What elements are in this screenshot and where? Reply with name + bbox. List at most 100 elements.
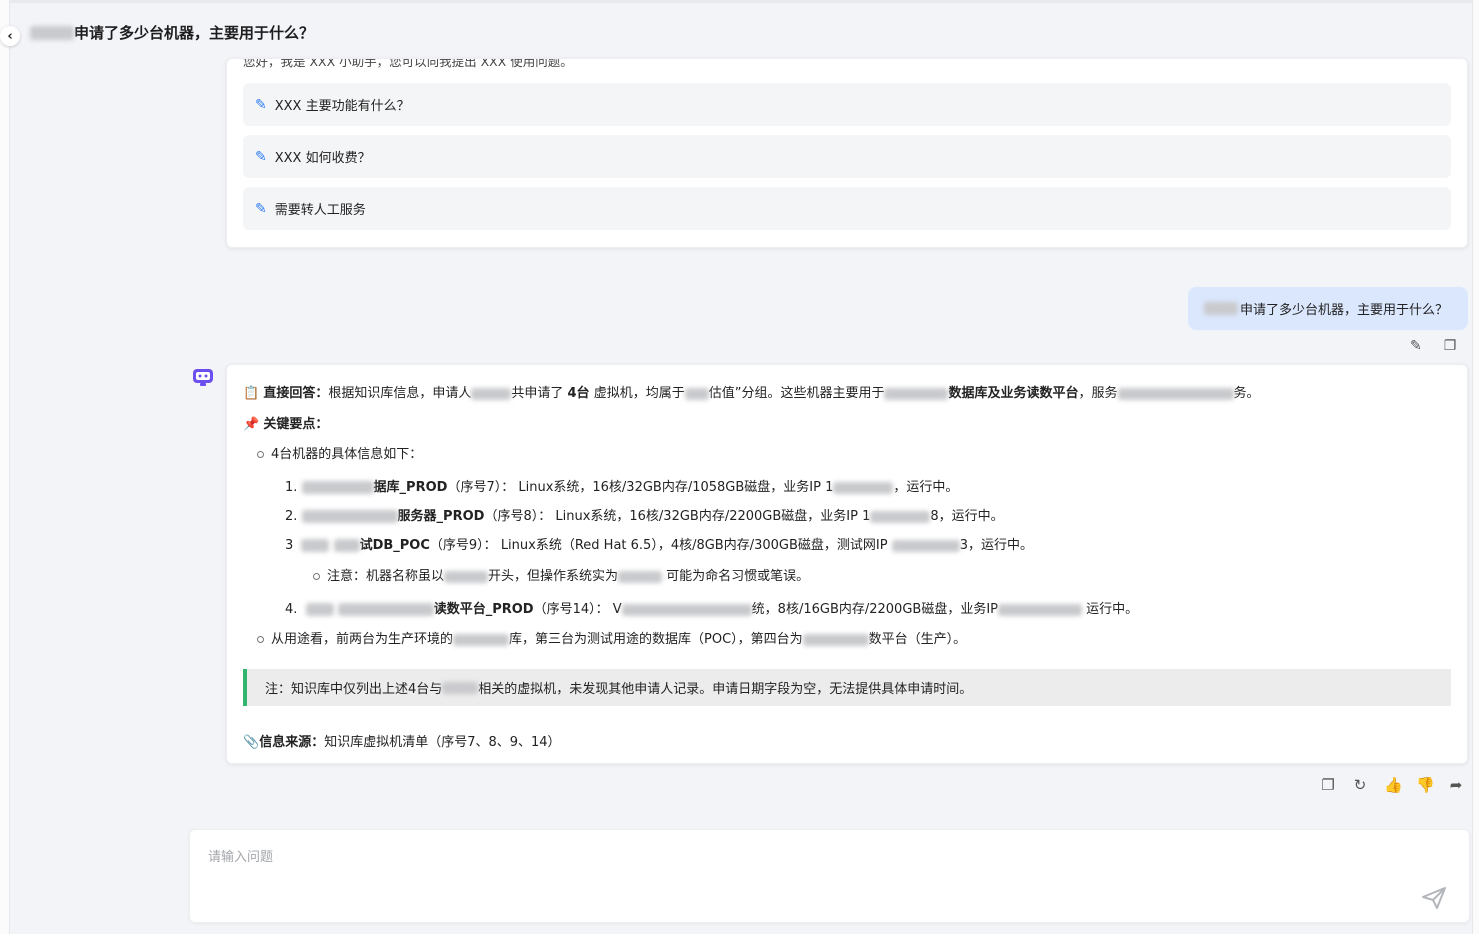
list-text: 从用途看，前两台为生产环境的 — [271, 632, 454, 647]
redacted-block — [891, 539, 960, 552]
direct-answer-line: 📋 直接回答：根据知识库信息，申请人 共申请了 4台 虚拟机，均属于 估值”分组。这… — [243, 382, 1260, 401]
share-icon[interactable]: ➦ — [1448, 776, 1464, 794]
edit-icon[interactable]: ✎ — [1410, 338, 1422, 354]
bot-avatar-icon — [193, 369, 213, 386]
redacted-block — [621, 603, 752, 616]
redacted-block — [684, 387, 709, 400]
redacted-block — [301, 510, 398, 523]
page-title: 申请了多少台机器，主要用于什么？ — [74, 24, 315, 42]
machine-item: 4. 读数平台_PROD（序号14）： V 统，8核/16GB内存/2200GB磁… — [285, 598, 1138, 617]
item-number: 4. — [285, 602, 298, 617]
left-rail — [0, 0, 10, 934]
redacted-block — [333, 539, 360, 552]
machine-desc: V — [612, 602, 622, 617]
redacted-block — [802, 633, 869, 646]
redacted-block — [618, 570, 663, 583]
redacted-block — [301, 481, 374, 494]
machine-status: ，运行中。 — [893, 480, 959, 495]
pin-icon: 📌 — [243, 417, 260, 432]
answer-bold: 数据库及业务读数平台 — [948, 386, 1079, 401]
suggestion-item[interactable]: ✎ XXX 如何收费？ — [243, 135, 1451, 178]
answer-text: 估值”分组。这些机器主要用于 — [708, 386, 885, 401]
machine-item: 1. 据库_PROD（序号7）： Linux系统，16核/32GB内存/1058… — [285, 476, 958, 495]
machine-seq: （序号8）： — [484, 509, 552, 524]
machine-name: 据库_PROD — [373, 480, 448, 495]
sub-note-text: 注意：机器名称虽以 — [327, 569, 445, 584]
list-item: 4台机器的具体信息如下： — [257, 443, 422, 462]
redacted-block — [833, 481, 894, 494]
machine-name: 试DB_POC — [359, 538, 430, 553]
list-text: 4台机器的具体信息如下： — [271, 447, 423, 462]
machine-status: 3，运行中。 — [959, 538, 1034, 553]
machine-status: 运行中。 — [1086, 602, 1139, 617]
answer-text: ，服务 — [1078, 386, 1118, 401]
clipboard-icon: 📋 — [243, 386, 260, 401]
sub-note-text: 可能为命名习惯或笔误。 — [666, 569, 810, 584]
paperclip-icon: 📎 — [243, 735, 260, 750]
redacted-block — [305, 603, 334, 616]
machine-status: 8，运行中。 — [930, 509, 1004, 524]
welcome-card: 您好，我是 XXX 小助手，您可以向我提出 XXX 使用问题。 ✎ XXX 主要… — [226, 58, 1468, 248]
send-icon[interactable] — [1421, 886, 1447, 910]
answer-bold: 4台 — [567, 386, 590, 401]
user-message-tools: ✎ ❐ — [1410, 338, 1456, 354]
note-text: 注：知识库中仅列出上述4台与 — [265, 682, 443, 697]
list-text: 数平台（生产）。 — [868, 632, 967, 647]
suggestion-item[interactable]: ✎ 需要转人工服务 — [243, 187, 1451, 230]
item-number: 3 — [285, 538, 294, 553]
redacted-block — [444, 570, 489, 583]
machine-desc: 统，8核/16GB内存/2200GB磁盘，业务IP — [751, 602, 998, 617]
machine-name: 读数平台_PROD — [433, 602, 534, 617]
copy-icon[interactable]: ❐ — [1320, 776, 1336, 794]
machine-item: 3 试DB_POC（序号9）： Linux系统（Red Hat 6.5），4核/… — [285, 534, 1033, 553]
list-item: 从用途看，前两台为生产环境的 库，第三台为测试用途的数据库（POC），第四台为 数平… — [257, 628, 966, 647]
source-text: 知识库虚拟机清单（序号7、8、9、14） — [324, 735, 561, 750]
redacted-block — [870, 510, 931, 523]
key-points-label: 关键要点： — [263, 417, 329, 432]
thumbs-down-icon[interactable]: 👎 — [1416, 776, 1435, 794]
question-input[interactable] — [190, 830, 1469, 922]
answer-text: 虚拟机，均属于 — [593, 386, 685, 401]
redacted-block — [301, 539, 330, 552]
thumbs-up-icon[interactable]: 👍 — [1384, 776, 1403, 794]
copy-icon[interactable]: ❐ — [1444, 338, 1457, 354]
machine-seq: （序号7）： — [447, 480, 515, 495]
suggestion-item[interactable]: ✎ XXX 主要功能有什么？ — [243, 83, 1451, 126]
edit-icon: ✎ — [255, 96, 267, 113]
scrollbar[interactable] — [1472, 0, 1479, 934]
machine-desc: Linux系统，16核/32GB内存/2200GB磁盘，业务IP 1 — [555, 509, 871, 524]
answer-card: 📋 直接回答：根据知识库信息，申请人 共申请了 4台 虚拟机，均属于 估值”分组。这… — [226, 364, 1468, 764]
redacted-block — [1203, 302, 1238, 315]
suggestion-label: 需要转人工服务 — [274, 203, 366, 218]
note-text: 相关的虚拟机，未发现其他申请人记录。申请日期字段为空，无法提供具体申请时间。 — [478, 682, 973, 697]
machine-desc: Linux系统（Red Hat 6.5），4核/8GB内存/300GB磁盘，测试… — [500, 538, 888, 553]
bullet-icon — [257, 451, 264, 458]
machine-name: 服务器_PROD — [397, 509, 485, 524]
item-number: 2. — [285, 509, 298, 524]
redacted-block — [884, 387, 949, 400]
answer-text: 根据知识库信息，申请人 — [328, 386, 472, 401]
refresh-icon[interactable]: ↻ — [1352, 776, 1368, 794]
source-label: 信息来源： — [259, 735, 325, 750]
note-box: 注：知识库中仅列出上述4台与 相关的虚拟机，未发现其他申请人记录。申请日期字段为空… — [243, 669, 1451, 706]
machine-desc: Linux系统，16核/32GB内存/1058GB磁盘，业务IP 1 — [518, 480, 834, 495]
back-button[interactable]: ‹ — [0, 26, 20, 46]
sub-note-text: 开头，但操作系统实为 — [488, 569, 619, 584]
edit-icon: ✎ — [255, 200, 267, 217]
welcome-text: 您好，我是 XXX 小助手，您可以向我提出 XXX 使用问题。 — [243, 58, 573, 69]
direct-answer-label: 直接回答： — [263, 386, 329, 401]
redacted-block — [1117, 387, 1234, 400]
user-message-text: 申请了多少台机器，主要用于什么？ — [1239, 303, 1448, 318]
title-wrap: 申请了多少台机器，主要用于什么？ — [30, 22, 314, 43]
machine-seq: （序号14）： — [533, 602, 609, 617]
answer-text: 共申请了 — [511, 386, 564, 401]
key-points-heading: 📌 关键要点： — [243, 413, 328, 432]
machine-item: 2. 服务器_PROD（序号8）： Linux系统，16核/32GB内存/220… — [285, 505, 1004, 524]
answer-tools: ❐ ↻ 👍 👎 ➦ — [1320, 776, 1464, 794]
suggestion-label: XXX 如何收费？ — [274, 151, 371, 166]
sub-note-item: 注意：机器名称虽以 开头，但操作系统实为 可能为命名习惯或笔误。 — [313, 565, 809, 584]
redacted-block — [337, 603, 434, 616]
redacted-block — [998, 603, 1082, 616]
answer-text: 务。 — [1233, 386, 1260, 401]
bullet-icon — [257, 636, 264, 643]
